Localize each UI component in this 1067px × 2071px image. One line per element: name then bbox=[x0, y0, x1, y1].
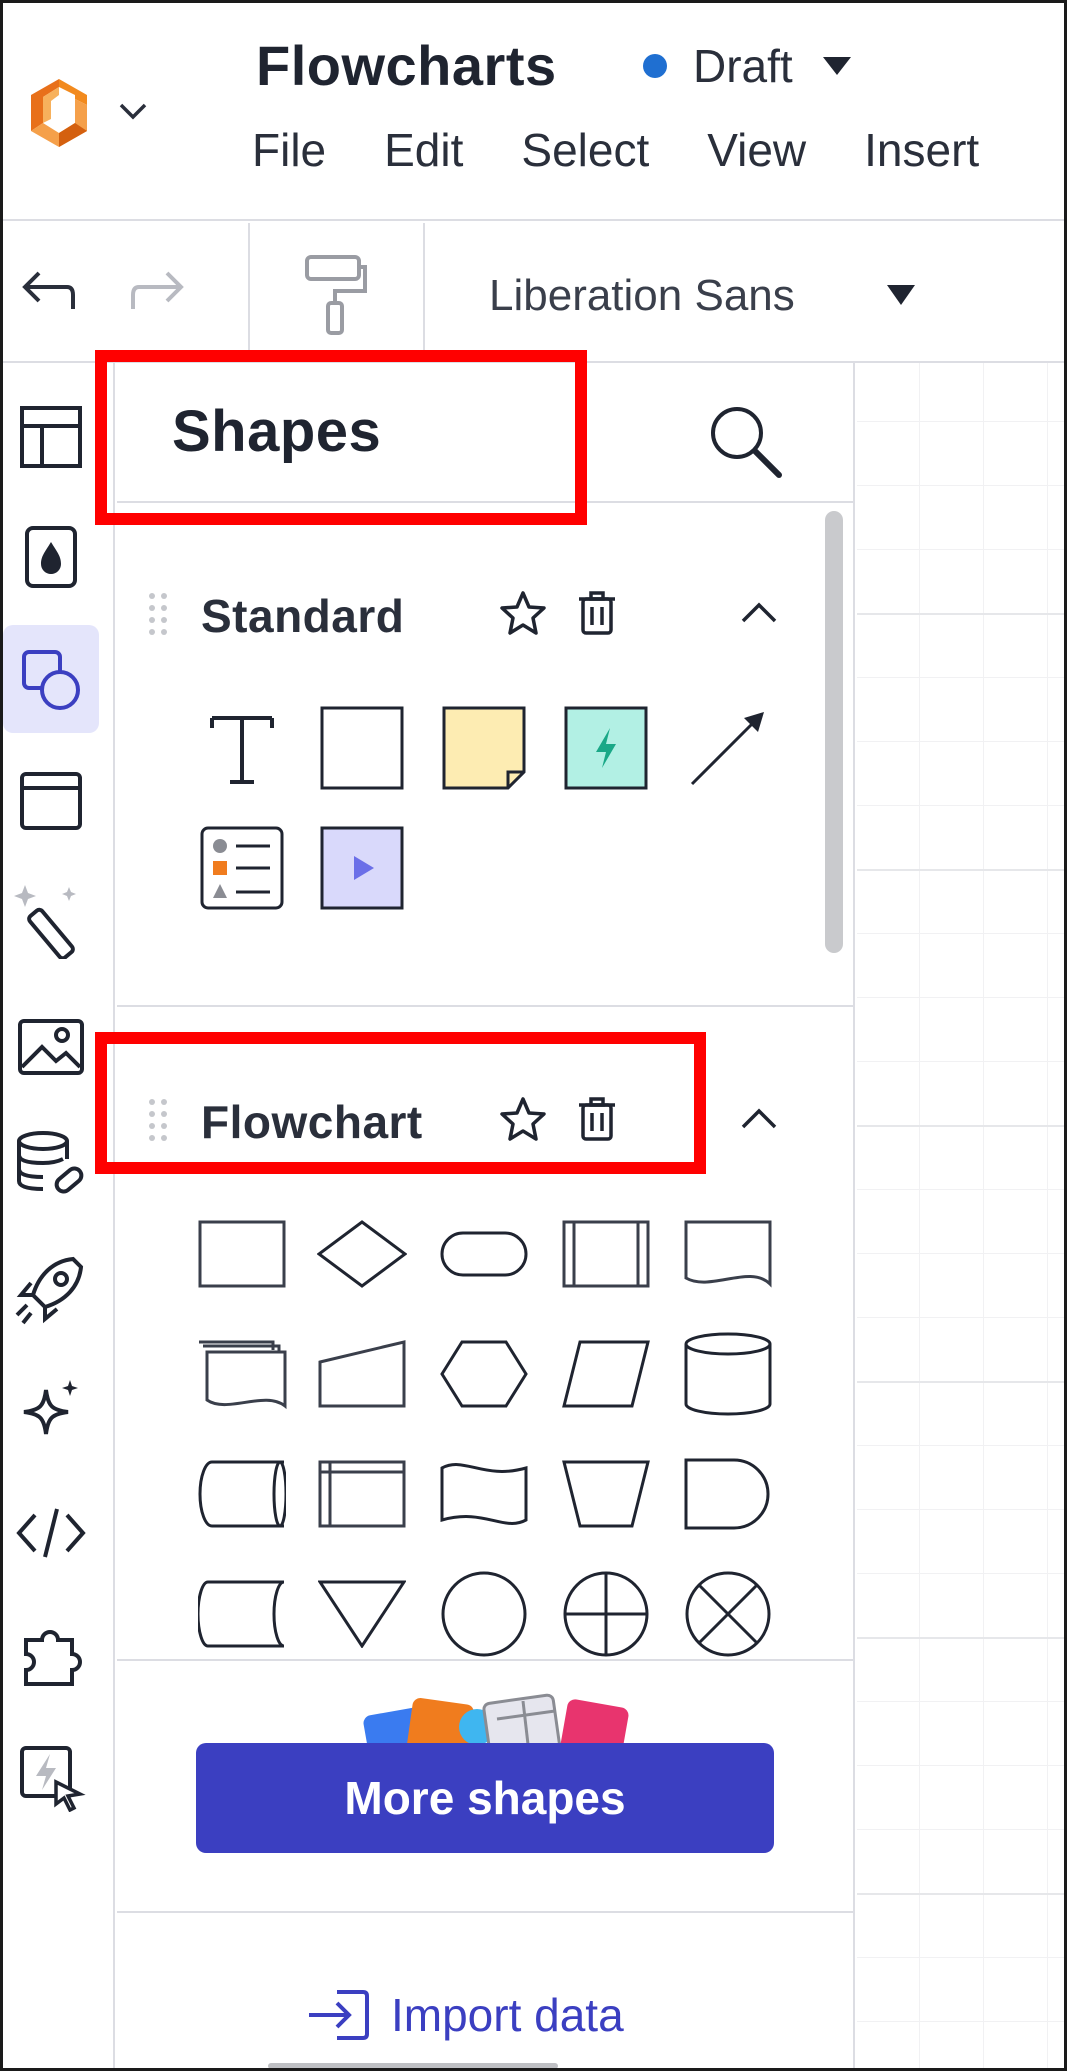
shape-process[interactable] bbox=[197, 1209, 287, 1299]
menu-view[interactable]: View bbox=[707, 123, 806, 177]
shape-multi-document[interactable] bbox=[197, 1329, 287, 1419]
toolbar-divider bbox=[423, 223, 425, 363]
paint-roller-icon[interactable] bbox=[299, 251, 371, 337]
toolbar: Liberation Sans bbox=[3, 223, 1064, 363]
caret-down-icon bbox=[822, 57, 851, 75]
menu-insert[interactable]: Insert bbox=[864, 123, 979, 177]
star-icon[interactable] bbox=[499, 589, 547, 637]
shape-decision[interactable] bbox=[317, 1209, 407, 1299]
more-shapes-button[interactable]: More shapes bbox=[196, 1743, 774, 1853]
shapes-icon[interactable] bbox=[3, 625, 99, 733]
shape-stored-data[interactable] bbox=[197, 1449, 287, 1539]
shape-merge[interactable] bbox=[317, 1569, 407, 1659]
shape-sticky-note[interactable] bbox=[439, 703, 529, 793]
shape-internal-storage[interactable] bbox=[317, 1449, 407, 1539]
shape-text[interactable] bbox=[197, 703, 287, 793]
status-dropdown[interactable]: Draft bbox=[643, 39, 851, 93]
plugin-icon[interactable] bbox=[3, 1601, 99, 1709]
search-icon[interactable] bbox=[705, 401, 785, 481]
shape-document[interactable] bbox=[683, 1209, 773, 1299]
highlight-box-flowchart-section bbox=[95, 1032, 706, 1174]
document-title[interactable]: Flowcharts bbox=[256, 33, 557, 98]
fill-drop-icon[interactable] bbox=[3, 503, 99, 611]
shape-library-illustration bbox=[363, 1693, 629, 1745]
drag-handle-icon[interactable] bbox=[147, 591, 169, 635]
app-window: Flowcharts Draft File Edit Select View I… bbox=[0, 0, 1067, 2071]
chevron-up-icon[interactable] bbox=[735, 1095, 783, 1143]
status-label: Draft bbox=[693, 40, 793, 92]
shape-action-block[interactable] bbox=[561, 703, 651, 793]
data-link-icon[interactable] bbox=[3, 1113, 99, 1221]
chevron-up-icon[interactable] bbox=[735, 589, 783, 637]
code-icon[interactable] bbox=[3, 1479, 99, 1587]
import-icon bbox=[309, 1990, 369, 2040]
shape-delay[interactable] bbox=[683, 1449, 773, 1539]
shape-connector[interactable] bbox=[439, 1569, 529, 1659]
menu-bar: File Edit Select View Insert bbox=[252, 123, 1037, 177]
horizontal-scrollbar[interactable] bbox=[268, 2063, 558, 2068]
left-rail bbox=[3, 363, 115, 2068]
shape-arrow[interactable] bbox=[683, 703, 773, 793]
quick-action-icon[interactable] bbox=[3, 1723, 99, 1831]
highlight-box-shapes-title bbox=[95, 350, 587, 525]
divider bbox=[117, 1911, 853, 1913]
menu-file[interactable]: File bbox=[252, 123, 326, 177]
top-bar: Flowcharts Draft File Edit Select View I… bbox=[3, 3, 1064, 221]
shape-data[interactable] bbox=[561, 1329, 651, 1419]
magic-wand-icon[interactable] bbox=[3, 867, 99, 975]
app-logo-icon[interactable] bbox=[23, 75, 95, 151]
image-icon[interactable] bbox=[3, 993, 99, 1101]
frame-icon[interactable] bbox=[3, 747, 99, 855]
menu-select[interactable]: Select bbox=[521, 123, 649, 177]
shape-direct-access-storage[interactable] bbox=[197, 1569, 287, 1659]
shape-paper-tape[interactable] bbox=[439, 1449, 529, 1539]
section-title-standard: Standard bbox=[201, 590, 405, 642]
diagram-canvas[interactable] bbox=[857, 363, 1064, 2068]
caret-down-icon[interactable] bbox=[887, 285, 915, 305]
layout-icon[interactable] bbox=[3, 383, 99, 491]
shape-rectangle[interactable] bbox=[317, 703, 407, 793]
import-data-link[interactable]: Import data bbox=[307, 1988, 624, 2042]
status-dot-icon bbox=[643, 54, 667, 78]
shape-database[interactable] bbox=[683, 1329, 773, 1419]
trash-icon[interactable] bbox=[573, 589, 621, 637]
font-family-select[interactable]: Liberation Sans bbox=[489, 271, 795, 321]
shape-list[interactable] bbox=[197, 823, 287, 913]
menu-edit[interactable]: Edit bbox=[384, 123, 463, 177]
shape-predefined-process[interactable] bbox=[561, 1209, 651, 1299]
divider bbox=[117, 1659, 853, 1661]
sparkle-icon[interactable] bbox=[3, 1357, 99, 1465]
shape-video[interactable] bbox=[317, 823, 407, 913]
redo-icon[interactable] bbox=[127, 259, 193, 325]
import-data-label: Import data bbox=[391, 1989, 624, 2041]
shape-manual-input[interactable] bbox=[317, 1329, 407, 1419]
chevron-down-icon[interactable] bbox=[115, 93, 151, 129]
shapes-panel: Shapes Standard Flowchart More shapes Im… bbox=[117, 363, 855, 2068]
rocket-icon[interactable] bbox=[3, 1235, 99, 1343]
section-header-standard[interactable]: Standard bbox=[117, 573, 853, 653]
shape-terminator[interactable] bbox=[439, 1209, 529, 1299]
shape-preparation[interactable] bbox=[439, 1329, 529, 1419]
shape-summing-junction[interactable] bbox=[683, 1569, 773, 1659]
divider bbox=[117, 1005, 853, 1007]
toolbar-divider bbox=[248, 223, 250, 363]
shape-or[interactable] bbox=[561, 1569, 651, 1659]
shape-manual-operation[interactable] bbox=[561, 1449, 651, 1539]
undo-icon[interactable] bbox=[13, 259, 79, 325]
